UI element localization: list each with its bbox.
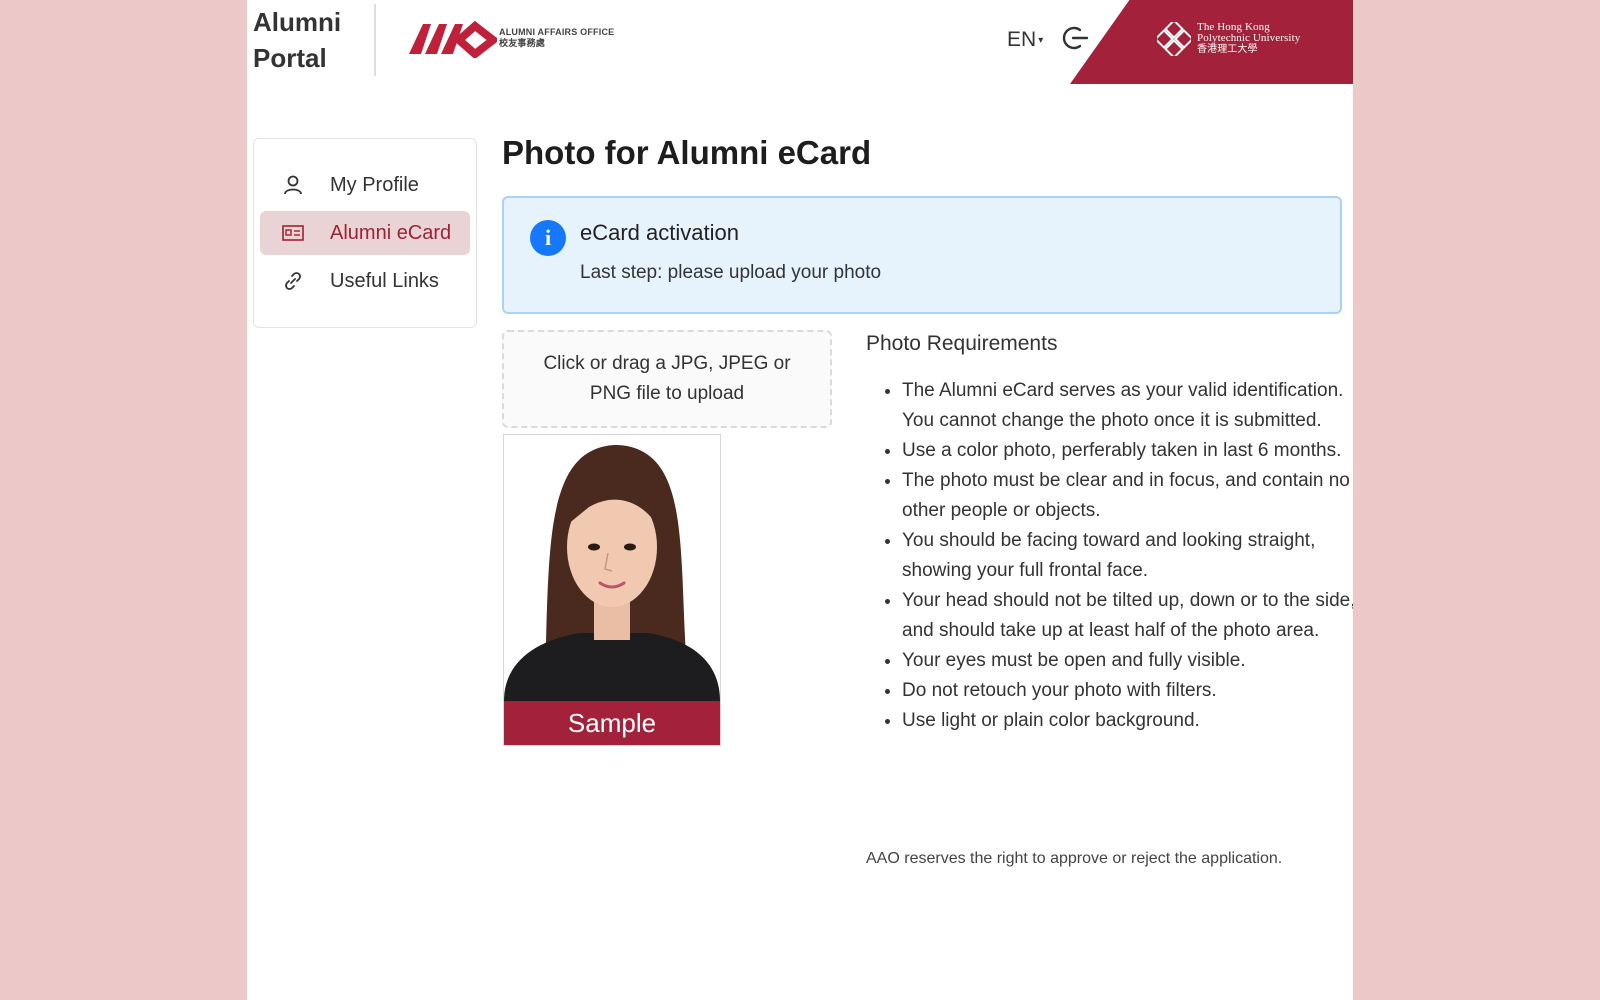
- page-title: Photo for Alumni eCard: [502, 134, 872, 171]
- sidebar: My Profile Alumni eCard Useful Links: [253, 138, 477, 328]
- portal-brand[interactable]: Alumni Portal: [253, 4, 341, 76]
- alert-title: eCard activation: [580, 220, 739, 245]
- sidebar-item-my-profile[interactable]: My Profile: [260, 163, 470, 207]
- aao-name-en: ALUMNI AFFAIRS OFFICE: [499, 27, 615, 37]
- disclaimer-text: AAO reserves the right to approve or rej…: [866, 850, 1283, 867]
- info-alert: i eCard activation Last step: please upl…: [502, 196, 1342, 314]
- sidebar-item-label: My Profile: [330, 173, 419, 196]
- sample-label: Sample: [504, 701, 720, 745]
- requirement-item: The Alumni eCard serves as your valid id…: [902, 376, 1353, 436]
- user-icon: [282, 174, 308, 196]
- sidebar-item-label: Useful Links: [330, 269, 439, 292]
- sidebar-item-label: Alumni eCard: [330, 221, 452, 244]
- link-icon: [282, 270, 308, 292]
- alert-description: Last step: please upload your photo: [580, 262, 882, 283]
- requirement-item: Your head should not be tilted up, down …: [902, 586, 1353, 646]
- university-mark-icon: [1157, 22, 1191, 56]
- requirement-item: The photo must be clear and in focus, an…: [902, 466, 1353, 526]
- requirement-item: Use a color photo, perferably taken in l…: [902, 436, 1353, 466]
- requirement-item: Do not retouch your photo with filters.: [902, 676, 1353, 706]
- requirement-item: Your eyes must be open and fully visible…: [902, 646, 1353, 676]
- requirement-item: Use light or plain color background.: [902, 706, 1353, 736]
- id-card-icon: [282, 224, 308, 242]
- aao-name-cn: 校友事務處: [499, 38, 546, 48]
- university-name[interactable]: The Hong Kong Polytechnic University 香港理…: [1197, 22, 1301, 56]
- sidebar-item-alumni-ecard[interactable]: Alumni eCard: [260, 211, 470, 255]
- brand-line-1: Alumni: [253, 7, 342, 37]
- header-divider: [374, 4, 376, 76]
- upload-instructions: Click or drag a JPG, JPEG or PNG file to…: [543, 353, 791, 404]
- sample-photo: Sample: [503, 434, 721, 746]
- aao-name: ALUMNI AFFAIRS OFFICE 校友事務處: [499, 27, 614, 49]
- logout-icon[interactable]: [1062, 24, 1090, 52]
- requirements-title: Photo Requirements: [866, 332, 1058, 355]
- page: Alumni Portal ALUMNI AFFAIRS OFFICE 校友事務…: [247, 0, 1353, 1000]
- university-name-cn: 香港理工大學: [1197, 44, 1258, 55]
- sample-portrait-image: [504, 435, 720, 701]
- info-icon: i: [530, 220, 566, 256]
- requirement-item: You should be facing toward and looking …: [902, 526, 1353, 586]
- language-selector[interactable]: EN ▾: [1007, 28, 1043, 52]
- requirements-list: The Alumni eCard serves as your valid id…: [866, 376, 1353, 736]
- caret-down-icon: ▾: [1038, 34, 1044, 46]
- aao-logo[interactable]: [407, 18, 497, 58]
- sidebar-item-useful-links[interactable]: Useful Links: [260, 259, 470, 303]
- university-name-line-2: Polytechnic University: [1197, 32, 1301, 44]
- brand-line-2: Portal: [253, 43, 327, 73]
- language-label: EN: [1007, 28, 1037, 51]
- photo-upload-dropzone[interactable]: Click or drag a JPG, JPEG or PNG file to…: [502, 330, 832, 428]
